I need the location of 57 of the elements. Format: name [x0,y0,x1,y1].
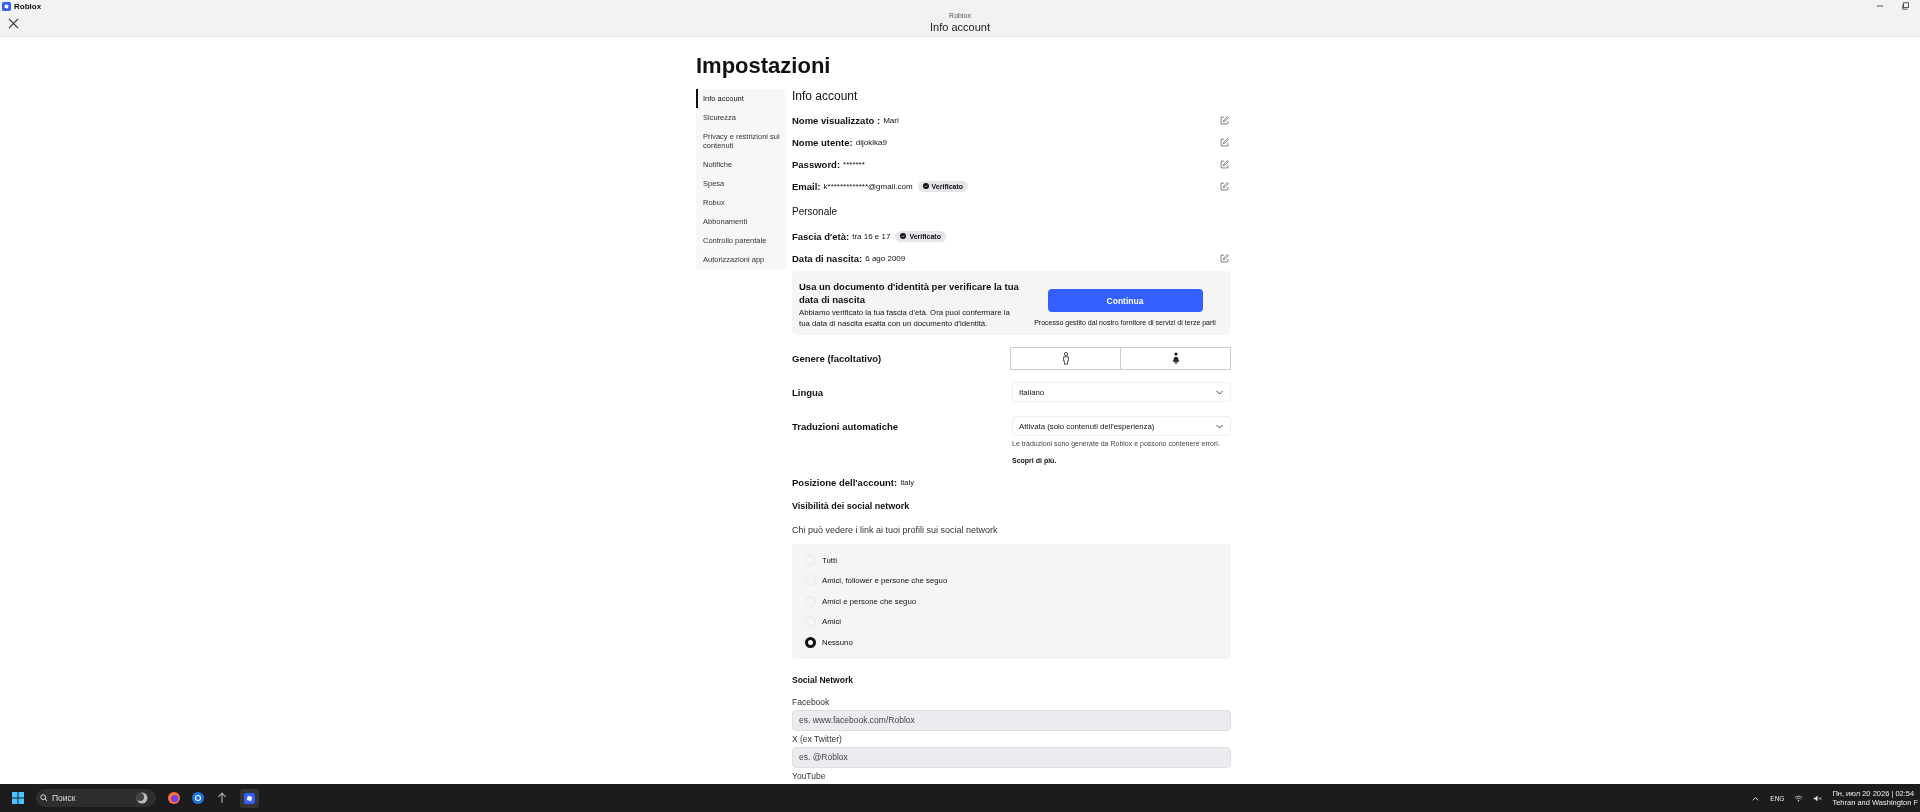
check-icon [922,183,929,189]
edit-icon[interactable] [1220,159,1229,169]
input-label: X (ex Twitter) [792,733,843,744]
arrow-up-icon[interactable] [216,792,228,804]
input-field[interactable]: es. @Roblox [792,746,1231,768]
field-label: Fascia d'età: [792,230,850,242]
field-value: k*************@gmail.com [823,181,913,191]
app-icon [244,792,255,804]
check-icon [900,233,907,239]
fox-browser-icon[interactable] [168,792,180,804]
field-label: Email: [792,180,821,192]
field-value: ******* [843,159,865,169]
section-heading: Visibilità dei social network [792,500,911,513]
banner-title: Usa un documento d'identità per verificare la tua data di nascita [799,280,1019,306]
field-label: Nome visualizzato : [792,114,881,126]
search-field[interactable]: Поиск [52,793,132,803]
field-value: 6 ago 2009 [865,253,906,263]
radio-button[interactable] [805,636,816,648]
field-label: Genere (facoltativo) [792,352,882,364]
edit-icon[interactable] [1220,253,1229,263]
header-title: Info account [930,20,990,34]
section-heading: Info account [792,89,859,103]
field-value: tra 16 e 17 [852,231,891,241]
input-label: YouTube [792,770,827,781]
window-title: Roblox [14,1,42,11]
wifi-icon[interactable] [1794,793,1804,803]
moon-icon [136,792,148,804]
field-label: Traduzioni automatiche [792,420,899,432]
minimize-icon[interactable] [1876,2,1884,10]
person-outline-icon [1061,351,1070,365]
field-label: Password: [792,158,841,170]
section-heading: Social Network [792,673,854,687]
edit-icon[interactable] [1220,115,1229,125]
section-heading: Personale [792,205,839,219]
question-text: Chi può vedere i link ai tuoi profili sui social network [792,525,999,535]
start-icon[interactable] [12,792,24,804]
app-icon [2,1,11,11]
browser-icon[interactable] [192,792,204,804]
roblox-taskbar-icon[interactable] [240,788,259,808]
speaker-muted-icon[interactable] [1813,793,1823,803]
edit-icon[interactable] [1220,137,1229,147]
field-label: Lingua [792,386,824,398]
field-value: dijokika9 [855,137,887,147]
continue-button[interactable]: Continua [1047,289,1203,312]
field-label: Data di nascita: [792,252,863,264]
field-value: Mari [883,115,899,125]
page-title: Impostazioni [696,53,832,79]
input-label: Facebook [792,696,831,707]
edit-icon[interactable] [1220,181,1229,191]
search-box[interactable]: Поиск [36,789,156,807]
field-label: Posizione dell'account: [792,476,898,488]
input-field[interactable]: es. www.facebook.com/Roblox [792,709,1231,731]
restore-icon[interactable] [1902,2,1910,10]
close-icon[interactable] [8,18,19,29]
field-label: Nome utente: [792,136,853,148]
search-icon [40,794,48,802]
person-dress-icon [1171,351,1180,365]
